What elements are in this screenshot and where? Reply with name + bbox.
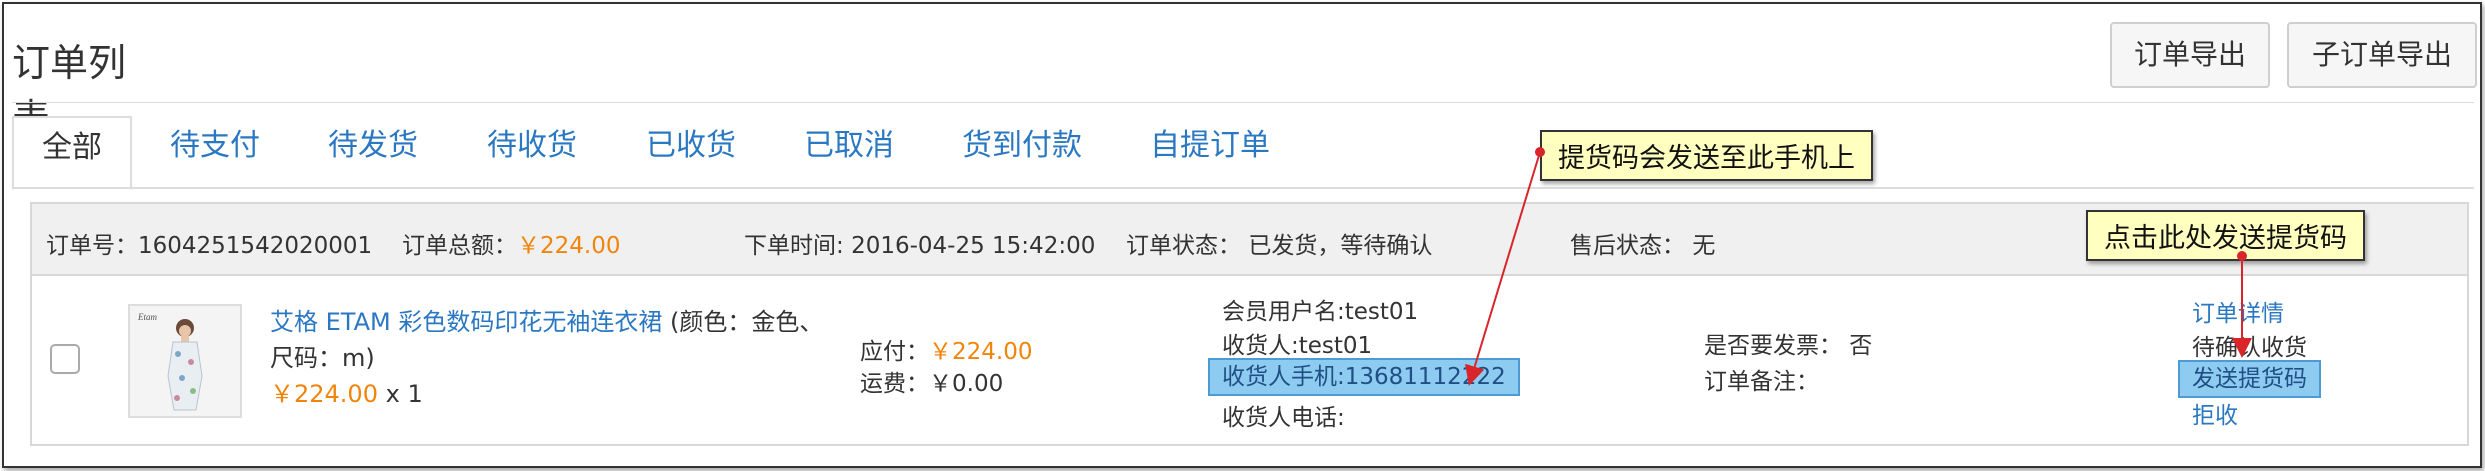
- tab-received[interactable]: 已收货: [646, 116, 736, 188]
- order-total: 订单总额：￥224.00: [402, 226, 620, 260]
- phone-callout: 提货码会发送至此手机上: [1540, 130, 1873, 181]
- order-status-value: 已发货，等待确认: [1248, 233, 1433, 259]
- payable-label: 应付：: [860, 339, 929, 365]
- sub-order-export-button[interactable]: 子订单导出: [2287, 22, 2477, 88]
- receiver-telephone: 收货人电话:: [1222, 405, 1345, 431]
- shipping-fee: 运费：￥0.00: [860, 364, 1003, 398]
- product-name-link[interactable]: 艾格 ETAM 彩色数码印花无袖连衣裙: [270, 308, 662, 336]
- send-pickup-code-button[interactable]: 发送提货码: [2178, 360, 2321, 398]
- tab-pending-receipt[interactable]: 待收货: [487, 116, 577, 188]
- send-code-callout: 点击此处发送提货码: [2086, 210, 2365, 261]
- tab-all[interactable]: 全部: [12, 116, 132, 190]
- order-time-label: 下单时间:: [744, 233, 852, 259]
- order-detail-link[interactable]: 订单详情: [2192, 294, 2284, 328]
- dress-model-image: Etam: [130, 306, 240, 416]
- order-status-label: 订单状态：: [1126, 233, 1241, 259]
- screenshot: 订单列表 订单导出 子订单导出 全部 待支付 待发货 待收货 已收货 已取消 货…: [0, 0, 2485, 471]
- tabs-divider: [12, 187, 2474, 189]
- product-price: ￥224.00: [270, 380, 378, 408]
- reject-link[interactable]: 拒收: [2192, 396, 2238, 430]
- order-total-label: 订单总额：: [402, 233, 517, 259]
- tab-self-pickup[interactable]: 自提订单: [1150, 116, 1270, 188]
- svg-text:Etam: Etam: [137, 312, 157, 322]
- order-checkbox[interactable]: [50, 344, 80, 374]
- order-number-value: 1604251542020001: [138, 233, 373, 259]
- order-total-value: ￥224.00: [517, 233, 621, 259]
- order-list-panel: 订单列表 订单导出 子订单导出 全部 待支付 待发货 待收货 已收货 已取消 货…: [2, 2, 2482, 468]
- invoice-required: 是否要发票： 否: [1704, 333, 1873, 359]
- tab-pending-shipment[interactable]: 待发货: [328, 116, 418, 188]
- order-export-button[interactable]: 订单导出: [2110, 22, 2270, 88]
- tab-cash-on-delivery[interactable]: 货到付款: [962, 116, 1082, 188]
- aftersale-status-value: 无: [1692, 233, 1716, 259]
- status-tabs: 全部 待支付 待发货 待收货 已收货 已取消 货到付款 自提订单: [4, 116, 2484, 190]
- title-divider: [12, 102, 2474, 103]
- order-time-value: 2016-04-25 15:42:00: [851, 233, 1096, 259]
- product-quantity: x 1: [385, 380, 423, 408]
- tab-pending-payment[interactable]: 待支付: [170, 116, 260, 188]
- order-number-label: 订单号：: [46, 233, 138, 259]
- order-time: 下单时间: 2016-04-25 15:42:00: [744, 226, 1095, 260]
- receiver-mobile: 收货人手机:13681112222: [1208, 358, 1520, 396]
- payable-value: ￥224.00: [929, 339, 1033, 365]
- shipping-label: 运费：: [860, 371, 929, 397]
- shipping-value: ￥0.00: [929, 371, 1004, 397]
- payable-amount: 应付：￥224.00: [860, 332, 1032, 366]
- member-username: 会员用户名:test01: [1222, 299, 1419, 325]
- order-remark: 订单备注：: [1704, 369, 1819, 395]
- tab-cancelled[interactable]: 已取消: [804, 116, 894, 188]
- order-status: 订单状态： 已发货，等待确认: [1126, 226, 1432, 260]
- product-title: 艾格 ETAM 彩色数码印花无袖连衣裙 (颜色：金色、尺码：m) ￥224.00…: [270, 304, 830, 412]
- aftersale-status: 售后状态： 无: [1570, 226, 1715, 260]
- order-number: 订单号：1604251542020001: [46, 226, 372, 260]
- aftersale-status-label: 售后状态：: [1570, 233, 1685, 259]
- awaiting-confirmation-text: 待确认收货: [2192, 335, 2307, 361]
- product-thumbnail[interactable]: Etam: [128, 304, 242, 418]
- receiver-name: 收货人:test01: [1222, 333, 1373, 359]
